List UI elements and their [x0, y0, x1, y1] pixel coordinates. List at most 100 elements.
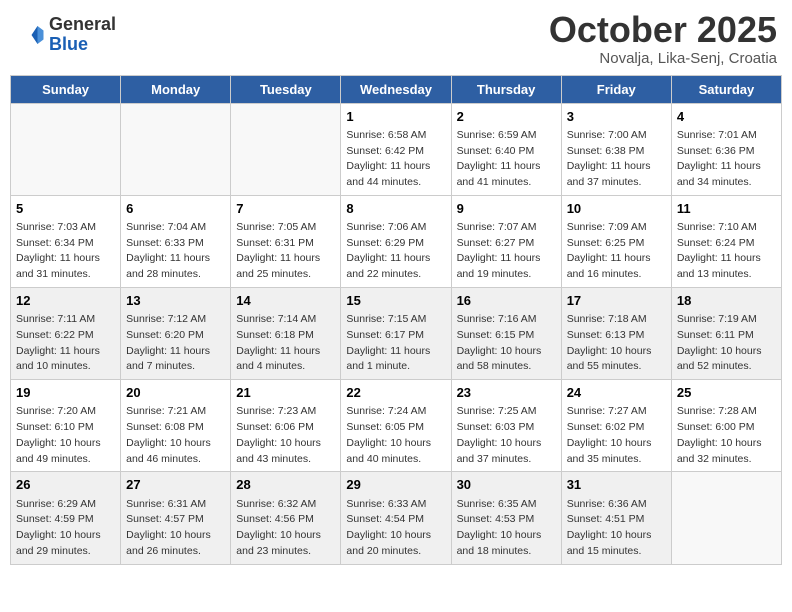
day-number: 15 [346, 292, 445, 310]
day-number: 27 [126, 476, 225, 494]
calendar-cell: 28Sunrise: 6:32 AM Sunset: 4:56 PM Dayli… [231, 472, 341, 564]
calendar-week-2: 5 Sunrise: 7:03 AM Sunset: 6:34 PM Daylig… [11, 195, 782, 287]
calendar-week-3: 12 Sunrise: 7:11 AM Sunset: 6:22 PM Dayli… [11, 287, 782, 379]
day-number: 9 [457, 200, 556, 218]
day-number: 17 [567, 292, 666, 310]
day-info: Sunrise: 7:05 AM Sunset: 6:31 PM Dayligh… [236, 220, 335, 283]
day-number: 31 [567, 476, 666, 494]
day-info: Sunrise: 6:29 AM Sunset: 4:59 PM Dayligh… [16, 497, 115, 560]
calendar-cell: 23 Sunrise: 7:25 AM Sunset: 6:03 PM Dayli… [451, 380, 561, 472]
calendar-cell: 12 Sunrise: 7:11 AM Sunset: 6:22 PM Dayli… [11, 287, 121, 379]
day-number: 8 [346, 200, 445, 218]
day-info: Sunrise: 7:00 AM Sunset: 6:38 PM Dayligh… [567, 128, 666, 191]
day-number: 24 [567, 384, 666, 402]
calendar-cell: 25 Sunrise: 7:28 AM Sunset: 6:00 PM Dayli… [671, 380, 781, 472]
calendar-cell: 7Sunrise: 7:05 AM Sunset: 6:31 PM Daylig… [231, 195, 341, 287]
day-number: 20 [126, 384, 225, 402]
logo-icon [15, 20, 45, 50]
day-number: 21 [236, 384, 335, 402]
day-info: Sunrise: 7:03 AM Sunset: 6:34 PM Dayligh… [16, 220, 115, 283]
day-number: 16 [457, 292, 556, 310]
calendar-cell: 4 Sunrise: 7:01 AM Sunset: 6:36 PM Daylig… [671, 103, 781, 195]
calendar-cell: 29 Sunrise: 6:33 AM Sunset: 4:54 PM Dayli… [341, 472, 451, 564]
day-info: Sunrise: 7:14 AM Sunset: 6:18 PM Dayligh… [236, 312, 335, 375]
day-number: 23 [457, 384, 556, 402]
logo-text: General Blue [49, 15, 116, 55]
day-info: Sunrise: 7:09 AM Sunset: 6:25 PM Dayligh… [567, 220, 666, 283]
logo: General Blue [15, 15, 116, 55]
day-number: 12 [16, 292, 115, 310]
calendar-cell: 13Sunrise: 7:12 AM Sunset: 6:20 PM Dayli… [121, 287, 231, 379]
day-info: Sunrise: 6:35 AM Sunset: 4:53 PM Dayligh… [457, 497, 556, 560]
day-info: Sunrise: 7:15 AM Sunset: 6:17 PM Dayligh… [346, 312, 445, 375]
calendar-week-1: 1 Sunrise: 6:58 AM Sunset: 6:42 PM Daylig… [11, 103, 782, 195]
calendar-cell: 17 Sunrise: 7:18 AM Sunset: 6:13 PM Dayli… [561, 287, 671, 379]
calendar-week-4: 19 Sunrise: 7:20 AM Sunset: 6:10 PM Dayli… [11, 380, 782, 472]
day-info: Sunrise: 6:36 AM Sunset: 4:51 PM Dayligh… [567, 497, 666, 560]
location-subtitle: Novalja, Lika-Senj, Croatia [549, 50, 777, 67]
day-info: Sunrise: 7:10 AM Sunset: 6:24 PM Dayligh… [677, 220, 776, 283]
day-number: 4 [677, 108, 776, 126]
calendar-cell: 11 Sunrise: 7:10 AM Sunset: 6:24 PM Dayli… [671, 195, 781, 287]
calendar-cell: 5 Sunrise: 7:03 AM Sunset: 6:34 PM Daylig… [11, 195, 121, 287]
calendar-cell [121, 103, 231, 195]
calendar-cell: 22 Sunrise: 7:24 AM Sunset: 6:05 PM Dayli… [341, 380, 451, 472]
day-info: Sunrise: 7:07 AM Sunset: 6:27 PM Dayligh… [457, 220, 556, 283]
day-info: Sunrise: 7:12 AM Sunset: 6:20 PM Dayligh… [126, 312, 225, 375]
day-header-monday: Monday [121, 75, 231, 103]
day-header-wednesday: Wednesday [341, 75, 451, 103]
calendar-table: SundayMondayTuesdayWednesdayThursdayFrid… [10, 75, 782, 565]
day-number: 11 [677, 200, 776, 218]
day-info: Sunrise: 7:18 AM Sunset: 6:13 PM Dayligh… [567, 312, 666, 375]
day-header-sunday: Sunday [11, 75, 121, 103]
day-info: Sunrise: 7:24 AM Sunset: 6:05 PM Dayligh… [346, 404, 445, 467]
day-number: 22 [346, 384, 445, 402]
day-info: Sunrise: 7:11 AM Sunset: 6:22 PM Dayligh… [16, 312, 115, 375]
calendar-cell: 16 Sunrise: 7:16 AM Sunset: 6:15 PM Dayli… [451, 287, 561, 379]
calendar-cell: 18Sunrise: 7:19 AM Sunset: 6:11 PM Dayli… [671, 287, 781, 379]
day-header-saturday: Saturday [671, 75, 781, 103]
day-number: 25 [677, 384, 776, 402]
calendar-cell [11, 103, 121, 195]
calendar-cell [231, 103, 341, 195]
month-title: October 2025 [549, 10, 777, 50]
day-info: Sunrise: 7:27 AM Sunset: 6:02 PM Dayligh… [567, 404, 666, 467]
calendar-cell: 1 Sunrise: 6:58 AM Sunset: 6:42 PM Daylig… [341, 103, 451, 195]
calendar-cell: 26 Sunrise: 6:29 AM Sunset: 4:59 PM Dayli… [11, 472, 121, 564]
day-info: Sunrise: 7:23 AM Sunset: 6:06 PM Dayligh… [236, 404, 335, 467]
day-number: 14 [236, 292, 335, 310]
calendar-header-row: SundayMondayTuesdayWednesdayThursdayFrid… [11, 75, 782, 103]
day-info: Sunrise: 7:28 AM Sunset: 6:00 PM Dayligh… [677, 404, 776, 467]
day-header-thursday: Thursday [451, 75, 561, 103]
calendar-cell: 20 Sunrise: 7:21 AM Sunset: 6:08 PM Dayli… [121, 380, 231, 472]
day-number: 5 [16, 200, 115, 218]
calendar-cell: 3Sunrise: 7:00 AM Sunset: 6:38 PM Daylig… [561, 103, 671, 195]
day-number: 2 [457, 108, 556, 126]
day-info: Sunrise: 7:01 AM Sunset: 6:36 PM Dayligh… [677, 128, 776, 191]
day-number: 29 [346, 476, 445, 494]
calendar-cell: 24 Sunrise: 7:27 AM Sunset: 6:02 PM Dayli… [561, 380, 671, 472]
day-number: 28 [236, 476, 335, 494]
logo-general-text: General [49, 15, 116, 35]
day-info: Sunrise: 7:19 AM Sunset: 6:11 PM Dayligh… [677, 312, 776, 375]
calendar-cell: 6Sunrise: 7:04 AM Sunset: 6:33 PM Daylig… [121, 195, 231, 287]
day-info: Sunrise: 7:25 AM Sunset: 6:03 PM Dayligh… [457, 404, 556, 467]
day-number: 26 [16, 476, 115, 494]
day-info: Sunrise: 7:04 AM Sunset: 6:33 PM Dayligh… [126, 220, 225, 283]
day-info: Sunrise: 7:16 AM Sunset: 6:15 PM Dayligh… [457, 312, 556, 375]
day-info: Sunrise: 7:06 AM Sunset: 6:29 PM Dayligh… [346, 220, 445, 283]
calendar-cell: 31 Sunrise: 6:36 AM Sunset: 4:51 PM Dayli… [561, 472, 671, 564]
day-info: Sunrise: 6:59 AM Sunset: 6:40 PM Dayligh… [457, 128, 556, 191]
day-info: Sunrise: 7:21 AM Sunset: 6:08 PM Dayligh… [126, 404, 225, 467]
calendar-cell: 30Sunrise: 6:35 AM Sunset: 4:53 PM Dayli… [451, 472, 561, 564]
calendar-cell: 8 Sunrise: 7:06 AM Sunset: 6:29 PM Daylig… [341, 195, 451, 287]
calendar-cell: 14 Sunrise: 7:14 AM Sunset: 6:18 PM Dayli… [231, 287, 341, 379]
day-header-friday: Friday [561, 75, 671, 103]
day-number: 1 [346, 108, 445, 126]
calendar-cell: 9 Sunrise: 7:07 AM Sunset: 6:27 PM Daylig… [451, 195, 561, 287]
day-number: 19 [16, 384, 115, 402]
day-info: Sunrise: 7:20 AM Sunset: 6:10 PM Dayligh… [16, 404, 115, 467]
day-info: Sunrise: 6:33 AM Sunset: 4:54 PM Dayligh… [346, 497, 445, 560]
day-info: Sunrise: 6:58 AM Sunset: 6:42 PM Dayligh… [346, 128, 445, 191]
calendar-cell: 2 Sunrise: 6:59 AM Sunset: 6:40 PM Daylig… [451, 103, 561, 195]
